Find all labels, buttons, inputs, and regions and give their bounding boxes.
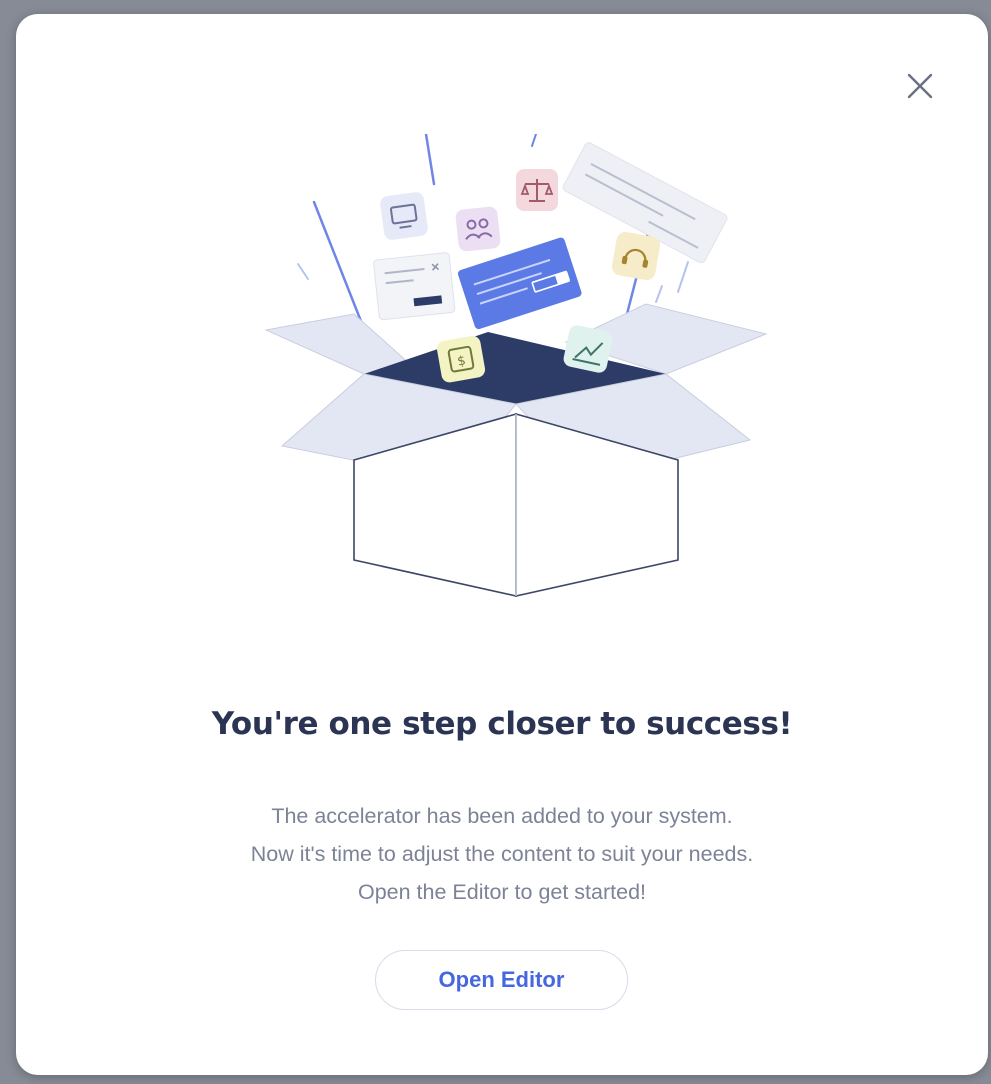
scale-icon (516, 169, 558, 211)
success-dialog: $ You're one step closer to success! The… (16, 14, 988, 1075)
floating-dialog-card (373, 252, 456, 321)
message-line: Open the Editor to get started! (357, 880, 647, 904)
floating-blue-card (457, 237, 582, 330)
dialog-title: You're one step closer to success! (211, 706, 793, 742)
close-button[interactable] (902, 68, 938, 104)
dialog-message: The accelerator has been added to your s… (16, 797, 988, 911)
open-editor-button[interactable]: Open Editor (375, 950, 628, 1010)
monitor-icon (380, 192, 428, 240)
chart-icon (563, 325, 613, 373)
headset-icon (611, 231, 661, 281)
message-line: The accelerator has been added to your s… (271, 804, 733, 828)
open-box-illustration: $ (264, 134, 768, 597)
message-line: Now it's time to adjust the content to s… (250, 842, 754, 866)
users-icon (455, 206, 501, 252)
close-icon (907, 73, 933, 99)
money-icon: $ (436, 335, 486, 383)
